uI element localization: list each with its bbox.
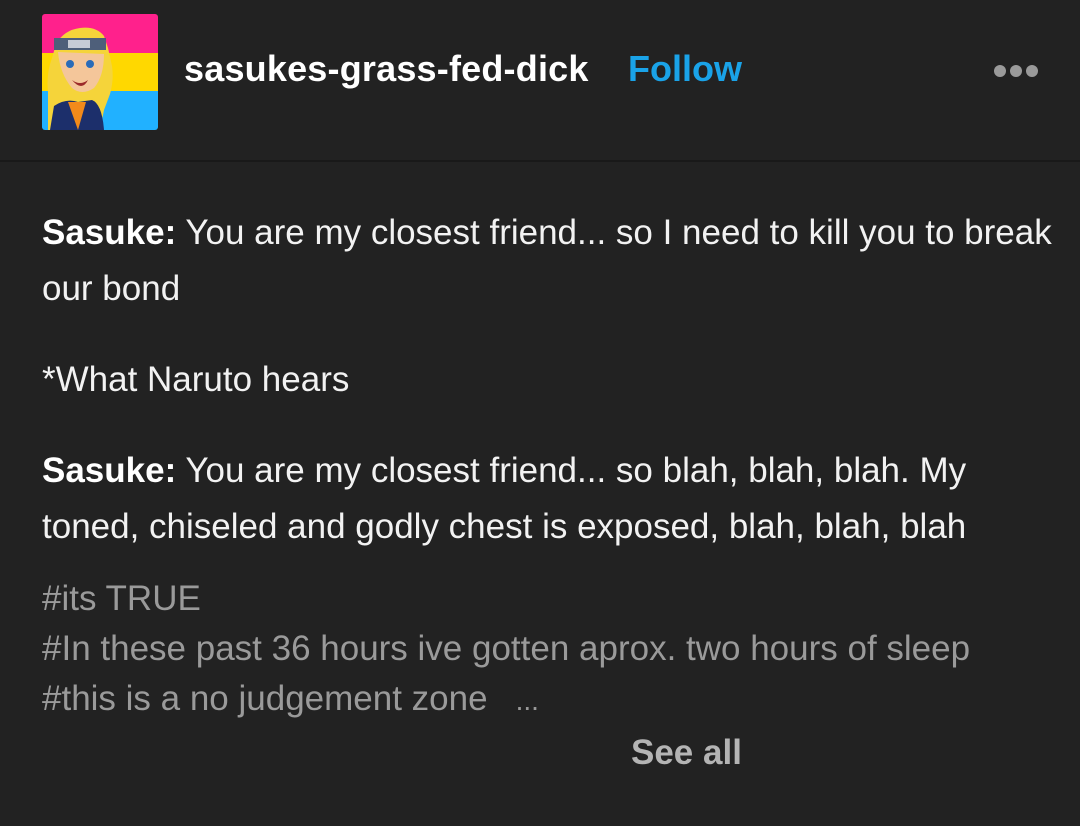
- avatar-image: [42, 14, 158, 130]
- blog-username[interactable]: sasukes-grass-fed-dick: [184, 46, 589, 92]
- see-all-tags-button[interactable]: See all: [631, 728, 742, 778]
- speaker-label: Sasuke:: [42, 213, 177, 252]
- tags-ellipsis: ...: [515, 685, 539, 716]
- post-card: sasukes-grass-fed-dick Follow Sasuke: Yo…: [0, 0, 1080, 826]
- paragraph-text: *What Naruto hears: [42, 360, 350, 399]
- tag-link[interactable]: #In these past 36 hours ive gotten aprox…: [42, 624, 1042, 674]
- avatar[interactable]: [42, 14, 158, 130]
- speaker-label: Sasuke:: [42, 451, 177, 490]
- post-paragraph: *What Naruto hears: [42, 352, 1052, 408]
- tag-link[interactable]: #this is a no judgement zone: [42, 679, 488, 718]
- follow-button[interactable]: Follow: [628, 46, 742, 92]
- tag-link[interactable]: #its TRUE: [42, 574, 1042, 624]
- tag-list: #its TRUE #In these past 36 hours ive go…: [42, 574, 1042, 726]
- post-paragraph: Sasuke: You are my closest friend... so …: [42, 205, 1052, 317]
- post-paragraph: Sasuke: You are my closest friend... so …: [42, 443, 1052, 555]
- paragraph-text: You are my closest friend... so blah, bl…: [42, 451, 967, 546]
- more-dots-icon[interactable]: [992, 60, 1040, 82]
- post-header: sasukes-grass-fed-dick Follow: [0, 0, 1080, 162]
- paragraph-text: You are my closest friend... so I need t…: [42, 213, 1052, 308]
